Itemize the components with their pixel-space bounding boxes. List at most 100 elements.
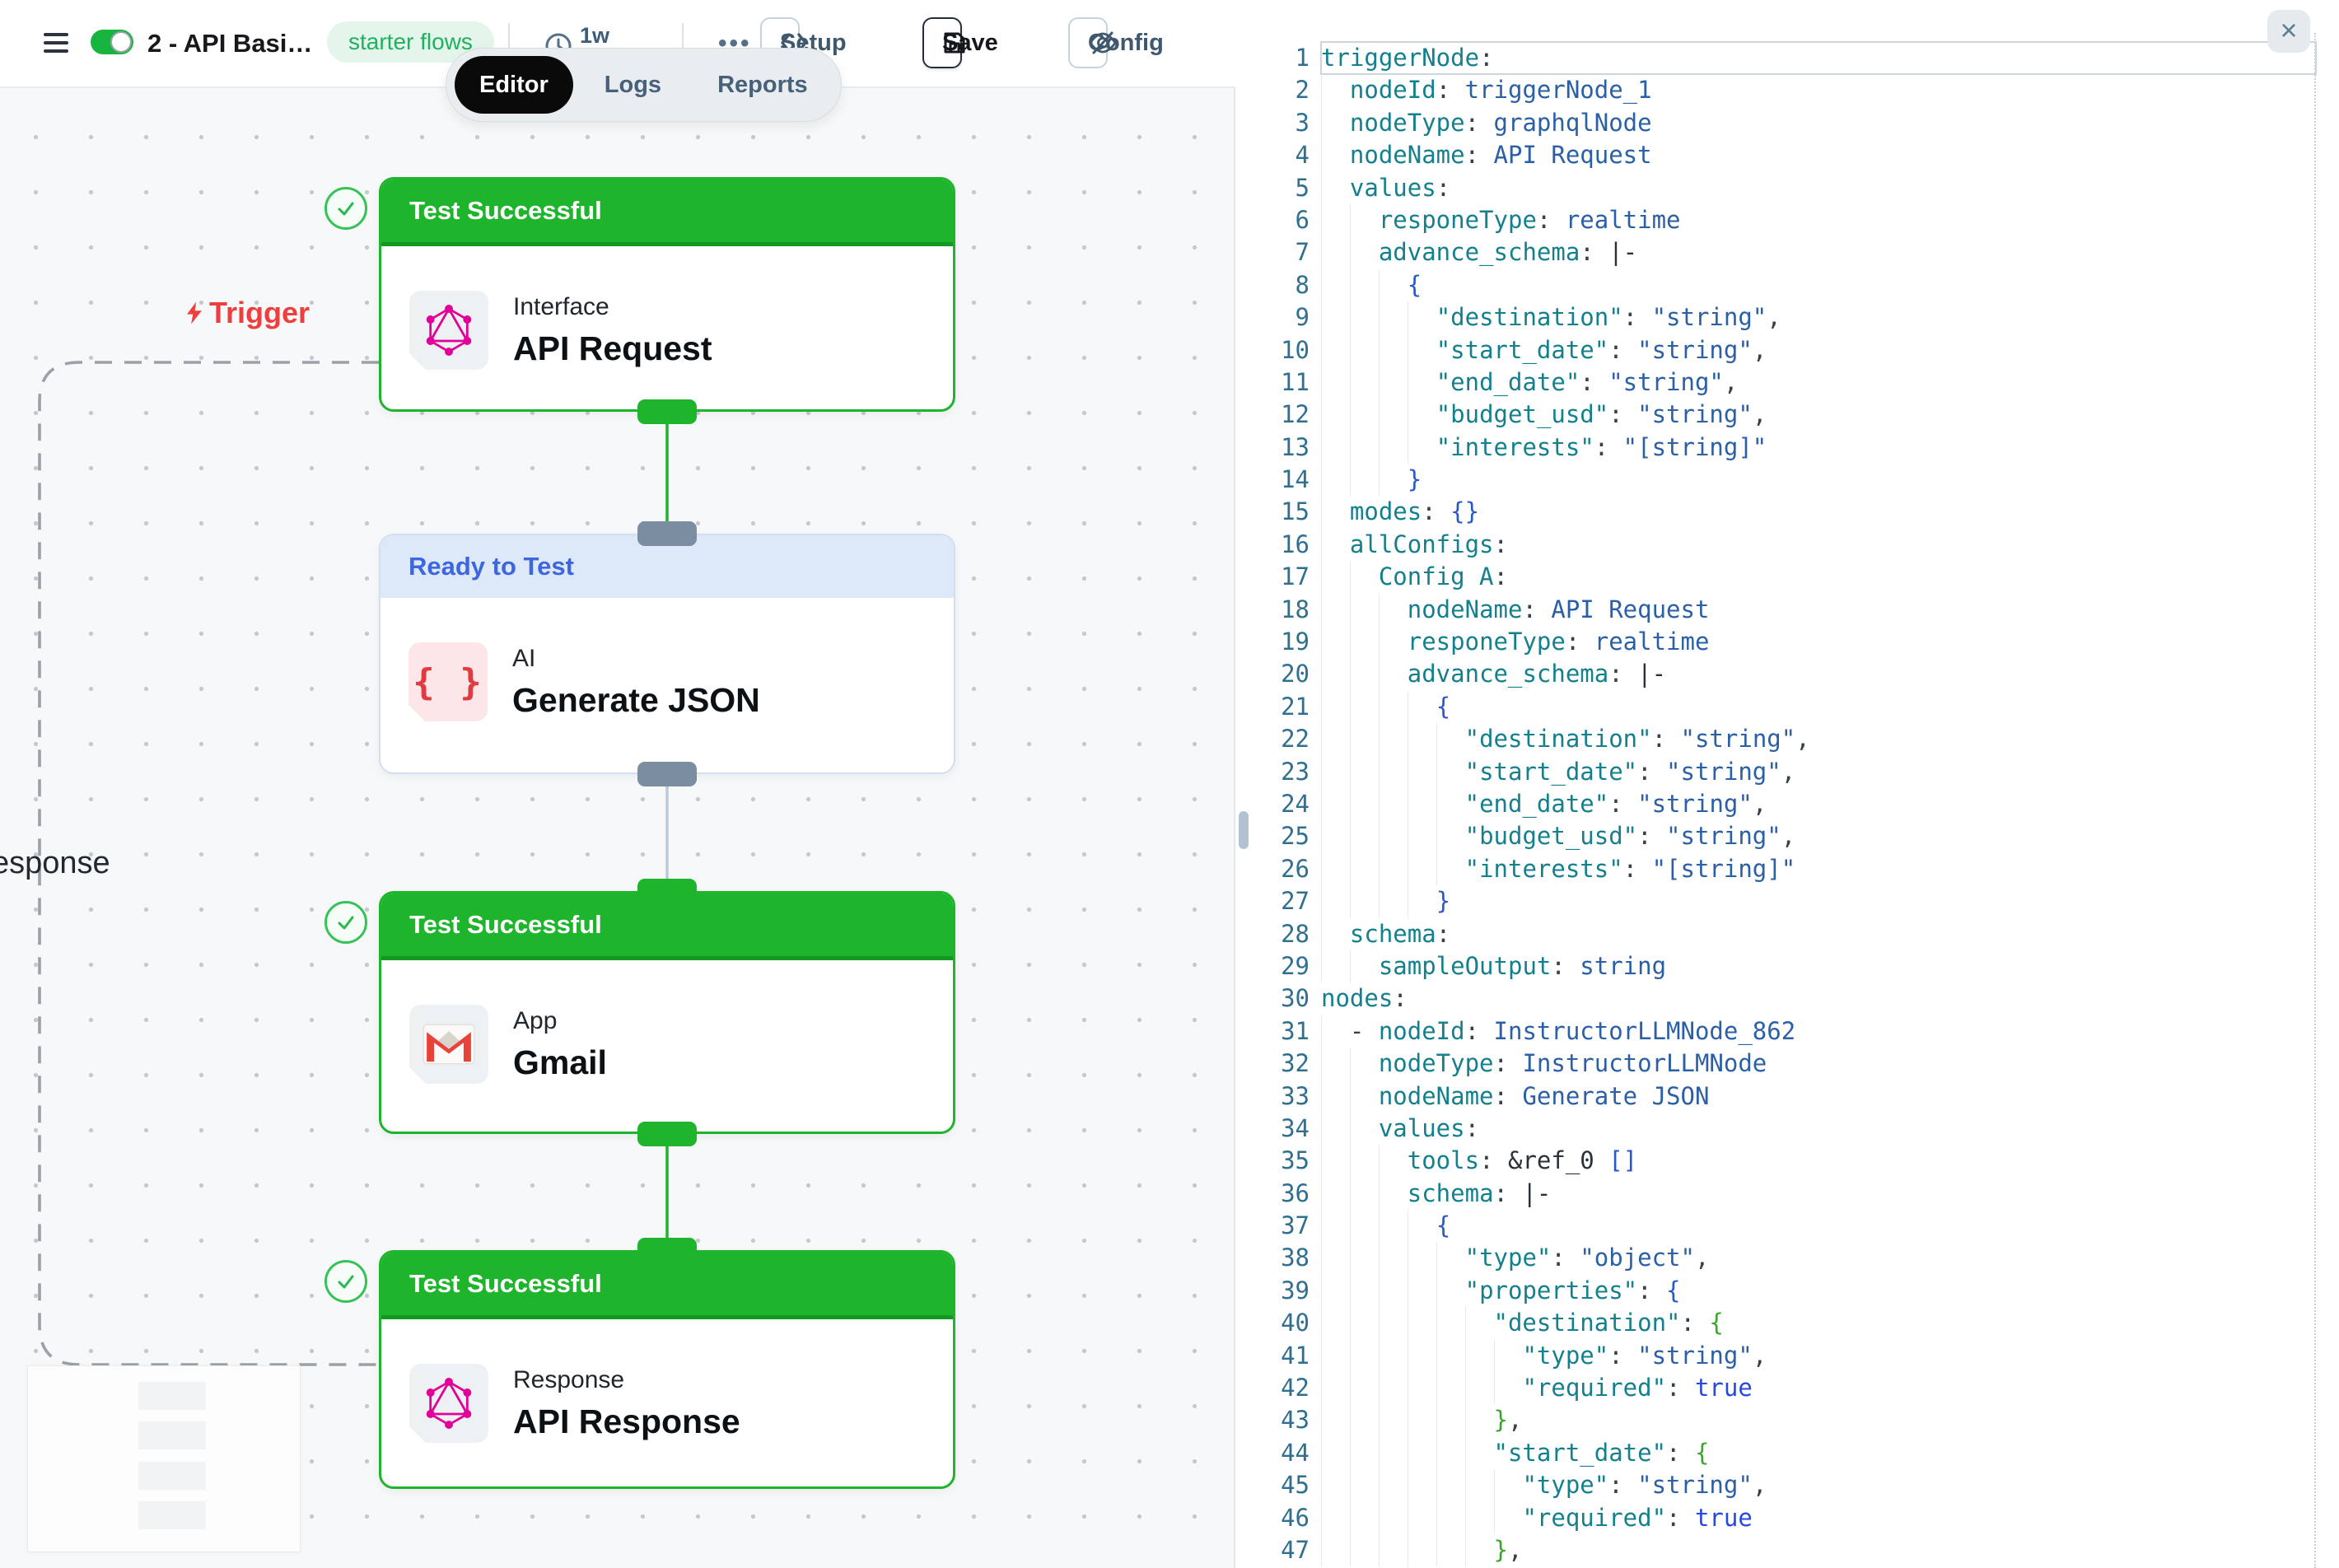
code-line[interactable]: 44 "start_date": { (1235, 1437, 2339, 1469)
connector-stub[interactable] (637, 879, 697, 903)
test-success-check-icon (324, 901, 367, 944)
connector-stub[interactable] (637, 1122, 697, 1146)
code-line[interactable]: 15 modes: {} (1235, 496, 2339, 528)
node-status-header: Test Successful (381, 894, 953, 960)
line-number: 42 (1235, 1372, 1321, 1404)
code-line[interactable]: 26 "interests": "[string]" (1235, 853, 2339, 885)
code-line[interactable]: 2 nodeId: triggerNode_1 (1235, 74, 2339, 106)
line-number: 3 (1235, 107, 1321, 139)
code-line[interactable]: 41 "type": "string", (1235, 1340, 2339, 1372)
line-number: 36 (1235, 1178, 1321, 1210)
offscreen-node-label: esponse (0, 846, 110, 881)
code-line[interactable]: 24 "end_date": "string", (1235, 788, 2339, 820)
code-line[interactable]: 14 } (1235, 464, 2339, 496)
code-line[interactable]: 36 schema: |- (1235, 1178, 2339, 1210)
line-number: 34 (1235, 1113, 1321, 1145)
line-number: 19 (1235, 626, 1321, 658)
code-line[interactable]: 37 { (1235, 1210, 2339, 1242)
code-line[interactable]: 29 sampleOutput: string (1235, 950, 2339, 982)
gmail-icon (409, 1005, 488, 1084)
flow-node-generate-json[interactable]: Ready to Test{ }AIGenerate JSON (379, 534, 955, 774)
panel-scrollbar[interactable] (1239, 811, 1249, 849)
flow-enabled-toggle[interactable] (91, 30, 133, 54)
code-line[interactable]: 21 { (1235, 691, 2339, 723)
line-number: 32 (1235, 1048, 1321, 1080)
connector-stub[interactable] (637, 762, 697, 786)
code-line[interactable]: 34 values: (1235, 1113, 2339, 1145)
code-line[interactable]: 7 advance_schema: |- (1235, 236, 2339, 268)
config-button[interactable]: Config (1068, 17, 1108, 68)
trigger-label: Trigger (183, 296, 310, 330)
flow-node-api-response[interactable]: Test SuccessfulResponseAPI Response (379, 1250, 955, 1489)
code-line[interactable]: 18 nodeName: API Request (1235, 594, 2339, 626)
code-line[interactable]: 28 schema: (1235, 918, 2339, 950)
code-line[interactable]: 22 "destination": "string", (1235, 723, 2339, 755)
line-number: 6 (1235, 204, 1321, 236)
line-number: 12 (1235, 399, 1321, 431)
close-panel-button[interactable]: × (2267, 10, 2310, 53)
code-line[interactable]: 43 }, (1235, 1404, 2339, 1436)
code-line[interactable]: 38 "type": "object", (1235, 1242, 2339, 1274)
code-line[interactable]: 4 nodeName: API Request (1235, 139, 2339, 171)
code-line[interactable]: 12 "budget_usd": "string", (1235, 399, 2339, 431)
code-line[interactable]: 5 values: (1235, 172, 2339, 204)
flow-node-api-request[interactable]: Test SuccessfulInterfaceAPI Request (379, 177, 955, 412)
code-line[interactable]: 13 "interests": "[string]" (1235, 432, 2339, 464)
code-line[interactable]: 23 "start_date": "string", (1235, 756, 2339, 788)
code-line[interactable]: 35 tools: &ref_0 [] (1235, 1145, 2339, 1177)
code-line[interactable]: 32 nodeType: InstructorLLMNode (1235, 1048, 2339, 1080)
node-category: AI (512, 645, 760, 673)
line-number: 28 (1235, 918, 1321, 950)
line-number: 47 (1235, 1534, 1321, 1566)
flow-title: 2 - API Basi… (147, 29, 312, 58)
workflow-app: 2 - API Basi… starter flows 1w ••• Setup… (0, 0, 2339, 1568)
save-button[interactable]: Save (922, 17, 962, 68)
tab-logs[interactable]: Logs (580, 56, 686, 114)
line-number: 38 (1235, 1242, 1321, 1274)
hamburger-menu-icon[interactable] (44, 33, 68, 53)
code-line[interactable]: 39 "properties": { (1235, 1275, 2339, 1307)
flow-node-gmail[interactable]: Test SuccessfulAppGmail (379, 891, 955, 1134)
code-line[interactable]: 11 "end_date": "string", (1235, 366, 2339, 399)
code-line[interactable]: 1triggerNode: (1235, 42, 2339, 74)
connector-stub[interactable] (637, 521, 697, 546)
code-line[interactable]: 19 responeType: realtime (1235, 626, 2339, 658)
code-line[interactable]: 47 }, (1235, 1534, 2339, 1566)
tab-reports[interactable]: Reports (693, 56, 833, 114)
view-tabs: Editor Logs Reports (446, 48, 842, 122)
code-line[interactable]: 17 Config A: (1235, 561, 2339, 593)
node-title: Gmail (513, 1043, 607, 1082)
code-line[interactable]: 9 "destination": "string", (1235, 301, 2339, 334)
code-line[interactable]: 25 "budget_usd": "string", (1235, 820, 2339, 852)
code-line[interactable]: 40 "destination": { (1235, 1307, 2339, 1339)
line-number: 14 (1235, 464, 1321, 496)
code-line[interactable]: 42 "required": true (1235, 1372, 2339, 1404)
yaml-editor[interactable]: 1triggerNode:2 nodeId: triggerNode_13 no… (1235, 42, 2339, 1566)
line-number: 33 (1235, 1080, 1321, 1113)
line-number: 40 (1235, 1307, 1321, 1339)
code-line[interactable]: 33 nodeName: Generate JSON (1235, 1080, 2339, 1113)
code-line[interactable]: 8 { (1235, 269, 2339, 301)
code-line[interactable]: 31 - nodeId: InstructorLLMNode_862 (1235, 1015, 2339, 1048)
line-number: 15 (1235, 496, 1321, 528)
connector-stub[interactable] (637, 399, 697, 424)
code-line[interactable]: 45 "type": "string", (1235, 1469, 2339, 1501)
line-number: 7 (1235, 236, 1321, 268)
connector-stub[interactable] (637, 1238, 697, 1262)
json-braces-icon: { } (409, 642, 488, 721)
minimap[interactable] (27, 1365, 301, 1552)
node-title: API Request (513, 329, 712, 368)
line-number: 13 (1235, 432, 1321, 464)
node-title: Generate JSON (512, 681, 760, 720)
code-line[interactable]: 46 "required": true (1235, 1502, 2339, 1534)
code-line[interactable]: 20 advance_schema: |- (1235, 658, 2339, 690)
code-line[interactable]: 10 "start_date": "string", (1235, 334, 2339, 366)
code-line[interactable]: 3 nodeType: graphqlNode (1235, 107, 2339, 139)
graphql-icon (409, 291, 488, 370)
code-line[interactable]: 6 responeType: realtime (1235, 204, 2339, 236)
code-line[interactable]: 30nodes: (1235, 982, 2339, 1015)
code-line[interactable]: 16 allConfigs: (1235, 529, 2339, 561)
tab-editor[interactable]: Editor (455, 56, 573, 114)
code-line[interactable]: 27 } (1235, 885, 2339, 917)
flow-canvas[interactable]: Trigger esponse Test SuccessfulInterface… (0, 86, 1235, 1568)
